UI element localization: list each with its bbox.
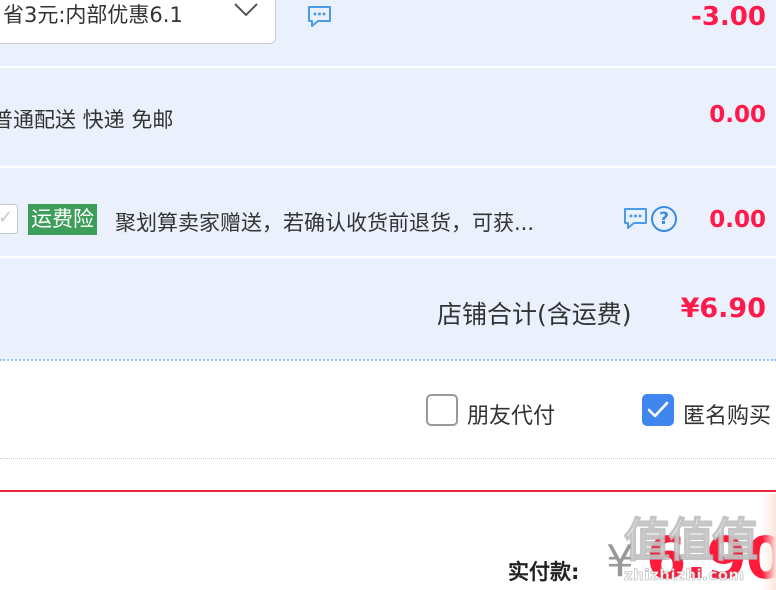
footer-top-border [0, 490, 776, 492]
divider [0, 66, 776, 68]
coupon-select[interactable]: 省3元:内部优惠6.1 [0, 0, 276, 44]
insurance-description: 聚划算卖家赠送，若确认收货前退货，可获... [115, 211, 535, 235]
friend-pay-checkbox[interactable] [426, 394, 458, 426]
submit-button-edge[interactable] [762, 494, 776, 590]
shipping-fee-amount: 0.00 [709, 102, 766, 128]
help-icon[interactable]: ? [651, 206, 677, 232]
message-icon[interactable] [622, 206, 649, 232]
dotted-divider [0, 458, 776, 459]
payment-label: 实付款: [508, 560, 580, 584]
chevron-down-icon [234, 3, 258, 17]
checkmark-icon: ✓ [0, 207, 14, 228]
coupon-discount-amount: -3.00 [691, 2, 766, 32]
friend-pay-label: 朋友代付 [467, 404, 556, 429]
message-icon[interactable] [306, 4, 333, 30]
anonymous-purchase-checkbox[interactable] [642, 394, 674, 426]
watermark-url: zhizhizhi.com [624, 566, 745, 585]
shipping-method-label: 普通配送 快递 免邮 [0, 108, 174, 132]
coupon-select-value: 省3元:内部优惠6.1 [3, 3, 183, 27]
insurance-checkbox[interactable]: ✓ [0, 204, 18, 234]
insurance-fee-amount: 0.00 [709, 207, 766, 233]
order-summary-panel: 省3元:内部优惠6.1 -3.00 普通配送 快递 免邮 0.00 ✓ 运费险 … [0, 0, 776, 360]
store-total-amount: ¥6.90 [680, 293, 766, 324]
divider [0, 166, 776, 168]
divider [0, 256, 776, 258]
anonymous-purchase-label: 匿名购买 [683, 404, 772, 429]
checkmark-icon [647, 401, 669, 418]
store-total-label: 店铺合计(含运费) [437, 300, 632, 329]
watermark-logo: 值值值 [623, 512, 759, 568]
insurance-tag: 运费险 [28, 204, 97, 235]
dotted-divider [0, 359, 776, 361]
